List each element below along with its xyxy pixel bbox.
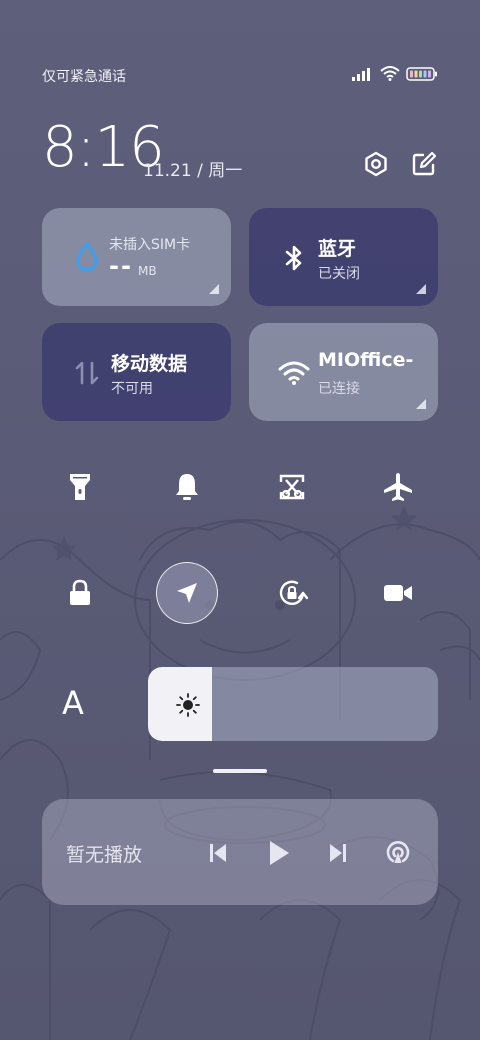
- location-toggle[interactable]: [156, 562, 218, 624]
- tile-bluetooth-title: 蓝牙: [318, 238, 357, 260]
- media-player: 暂无播放: [42, 799, 438, 905]
- sound-toggle[interactable]: [165, 465, 209, 509]
- previous-icon[interactable]: [208, 842, 228, 864]
- airplane-toggle[interactable]: [376, 465, 420, 509]
- tile-wifi-status: 已连接: [318, 381, 360, 397]
- airplane-icon: [384, 473, 412, 501]
- video-camera-icon: [384, 585, 412, 601]
- settings-icon[interactable]: [362, 150, 390, 178]
- tile-sim-unit: MB: [138, 264, 157, 278]
- sun-icon: [176, 693, 200, 717]
- tile-mobile-data-status: 不可用: [111, 381, 153, 397]
- expand-corner-icon: [416, 399, 426, 409]
- bell-icon: [176, 474, 198, 500]
- tile-sim-data[interactable]: 未插入SIM卡 -- MB: [42, 208, 231, 306]
- tile-mobile-data[interactable]: 移动数据 不可用: [42, 323, 231, 421]
- expand-corner-icon: [209, 284, 219, 294]
- brightness-slider[interactable]: [148, 667, 438, 741]
- clock-date: 11.21 / 周一: [143, 161, 243, 181]
- flashlight-toggle[interactable]: [58, 465, 102, 509]
- cast-icon[interactable]: [384, 839, 412, 867]
- rotation-lock-icon: [279, 580, 309, 605]
- wifi-icon: [278, 361, 310, 385]
- battery-icon: [406, 66, 437, 81]
- expand-corner-icon: [416, 284, 426, 294]
- signal-icon: [352, 67, 370, 81]
- screenshot-toggle[interactable]: [270, 465, 314, 509]
- carrier-status-text: 仅可紧急通话: [42, 69, 126, 85]
- location-arrow-icon: [177, 583, 197, 603]
- media-status-text: 暂无播放: [66, 844, 143, 866]
- flashlight-icon: [70, 474, 90, 500]
- next-icon[interactable]: [328, 842, 348, 864]
- drag-handle[interactable]: [213, 769, 267, 773]
- wifi-icon: [380, 66, 400, 81]
- edit-icon[interactable]: [410, 150, 438, 178]
- screen-record-toggle[interactable]: [376, 571, 420, 615]
- lock-screen-toggle[interactable]: [58, 571, 102, 615]
- status-icons: [352, 66, 438, 81]
- play-icon[interactable]: [267, 839, 291, 867]
- lock-icon: [70, 579, 90, 605]
- tile-wifi[interactable]: MIOffice- 已连接: [249, 323, 438, 421]
- tile-bluetooth[interactable]: 蓝牙 已关闭: [249, 208, 438, 306]
- water-drop-icon: [76, 241, 98, 272]
- tile-wifi-title: MIOffice-: [318, 349, 414, 371]
- data-arrows-icon: [75, 361, 99, 385]
- tile-sim-title: 未插入SIM卡: [109, 237, 191, 253]
- tile-sim-value: --: [109, 252, 133, 280]
- bluetooth-icon: [285, 245, 302, 271]
- tile-mobile-data-title: 移动数据: [111, 353, 188, 375]
- auto-brightness-toggle[interactable]: A: [62, 684, 84, 722]
- rotation-lock-toggle[interactable]: [270, 571, 314, 615]
- screenshot-icon: [279, 474, 305, 500]
- tile-bluetooth-status: 已关闭: [318, 266, 360, 282]
